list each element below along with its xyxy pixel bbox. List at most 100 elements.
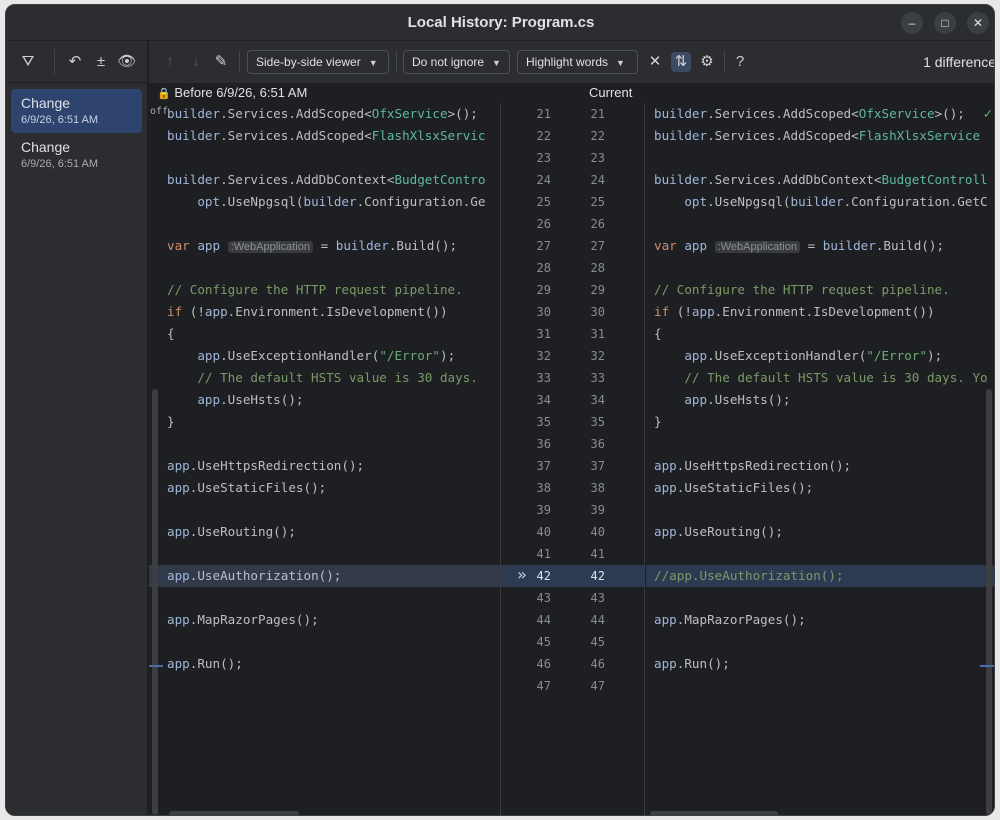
line-number: 22	[536, 129, 551, 143]
line-number: 40	[590, 525, 605, 539]
left-vertical-scrollbar[interactable]	[152, 389, 158, 815]
line-number: 30	[536, 305, 551, 319]
line-number: 31	[536, 327, 551, 341]
viewer-mode-label: Side-by-side viewer	[256, 55, 361, 69]
line-number: 43	[590, 591, 605, 605]
history-item-date: 6/9/26, 6:51 AM	[21, 158, 99, 170]
close-button[interactable]: ✕	[967, 12, 989, 34]
arrow-down-icon[interactable]: ↓	[186, 52, 206, 72]
code-line: app.UseRouting();	[167, 524, 296, 539]
code-line: app.UseHsts();	[167, 392, 304, 407]
line-number: 29	[590, 283, 605, 297]
line-number: 44	[590, 613, 605, 627]
left-horizontal-scrollbar[interactable]	[169, 811, 299, 815]
filter-icon[interactable]: ⛛	[18, 52, 38, 72]
line-number: 27	[536, 239, 551, 253]
code-line: opt.UseNpgsql(builder.Configuration.GetC	[654, 194, 988, 209]
change-marker	[149, 665, 163, 667]
line-number: 27	[590, 239, 605, 253]
edit-pencil-icon[interactable]: ✎	[211, 52, 231, 72]
line-number: 23	[536, 151, 551, 165]
left-pane-header: 🔒 Before 6/9/26, 6:51 AM	[157, 85, 307, 100]
line-number: 28	[536, 261, 551, 275]
code-line: app.UseStaticFiles();	[167, 480, 327, 495]
line-number: 47	[590, 679, 605, 693]
line-number: 45	[590, 635, 605, 649]
line-number: 23	[590, 151, 605, 165]
code-line: opt.UseNpgsql(builder.Configuration.Ge	[167, 194, 486, 209]
history-item[interactable]: Change 6/9/26, 6:51 AM	[11, 133, 142, 177]
code-line: app.UseRouting();	[654, 524, 783, 539]
history-item-selected[interactable]: Change 6/9/26, 6:51 AM	[11, 89, 142, 133]
highlight-dropdown[interactable]: Highlight words ▼	[517, 50, 638, 74]
sync-scroll-icon[interactable]: ⇅	[671, 52, 691, 72]
line-number: 37	[590, 459, 605, 473]
line-number-gutter: » 21 22 23 24 25 26 27 28 29 30 31 32 33 34 35 36 37 38 39…	[501, 103, 645, 815]
line-number: 28	[590, 261, 605, 275]
diff-icon[interactable]: ±	[91, 52, 111, 72]
line-number: 33	[536, 371, 551, 385]
line-number: 32	[536, 349, 551, 363]
title-bar: Local History: Program.cs – □ ✕	[6, 5, 994, 41]
divider	[239, 51, 240, 73]
line-number: 42	[590, 569, 605, 583]
line-number: 44	[536, 613, 551, 627]
difference-count: 1 difference	[923, 54, 995, 70]
line-number: 41	[536, 547, 551, 561]
line-number: 22	[590, 129, 605, 143]
type-hint: :WebApplication	[227, 241, 313, 253]
revert-icon[interactable]: ↶	[65, 52, 85, 72]
gear-icon[interactable]: ⚙	[697, 52, 717, 72]
type-hint: :WebApplication	[714, 241, 800, 253]
right-vertical-scrollbar[interactable]	[986, 389, 992, 815]
line-number: 35	[590, 415, 605, 429]
right-horizontal-scrollbar[interactable]	[650, 811, 778, 815]
sidebar-toolbar: ⛛ ↶ ± 👁	[6, 41, 147, 83]
line-number: 33	[590, 371, 605, 385]
eye-icon[interactable]: 👁	[117, 52, 137, 72]
changed-code-line: //app.UseAuthorization();	[646, 565, 994, 587]
line-number: 39	[590, 503, 605, 517]
maximize-button[interactable]: □	[934, 12, 956, 34]
help-icon[interactable]: ?	[730, 52, 750, 72]
code-line: if (!app.Environment.IsDevelopment())	[167, 304, 448, 319]
left-pane-title: Before 6/9/26, 6:51 AM	[174, 85, 308, 100]
code-line: {	[167, 326, 175, 341]
viewer-mode-dropdown[interactable]: Side-by-side viewer ▼	[247, 50, 389, 74]
line-number: 47	[536, 679, 551, 693]
minimize-button[interactable]: –	[901, 12, 923, 34]
code-line: app.UseHsts();	[654, 392, 791, 407]
code-line: {	[654, 326, 662, 341]
collapse-icon[interactable]: ✕	[645, 52, 665, 72]
line-number: 35	[536, 415, 551, 429]
line-number: 46	[590, 657, 605, 671]
right-code-pane[interactable]: builder.Services.AddScoped<OfxService>()…	[646, 103, 994, 815]
window-title: Local History: Program.cs	[407, 14, 595, 31]
ignore-dropdown[interactable]: Do not ignore ▼	[403, 50, 510, 74]
line-number: 40	[536, 525, 551, 539]
code-line: var app :WebApplication = builder.Build(…	[167, 238, 458, 253]
code-line: var app :WebApplication = builder.Build(…	[654, 238, 945, 253]
line-number: 26	[590, 217, 605, 231]
code-line: app.MapRazorPages();	[654, 612, 806, 627]
diff-toolbar: ↑ ↓ ✎ Side-by-side viewer ▼ Do not ignore…	[149, 41, 995, 83]
code-line: app.Run();	[654, 656, 730, 671]
line-number: 29	[536, 283, 551, 297]
line-number: 30	[590, 305, 605, 319]
ignore-label: Do not ignore	[412, 55, 485, 69]
left-code-pane[interactable]: off builder.Services.AddScoped<OfxServic…	[149, 103, 501, 815]
line-number: 34	[590, 393, 605, 407]
line-number: 25	[590, 195, 605, 209]
code-line: app.UseHttpsRedirection();	[167, 458, 365, 473]
code-line: // The default HSTS value is 30 days.	[167, 370, 478, 385]
line-number: 26	[536, 217, 551, 231]
code-line: }	[167, 414, 175, 429]
divider	[724, 51, 725, 73]
diff-editor: off builder.Services.AddScoped<OfxServic…	[149, 103, 994, 815]
line-number: 39	[536, 503, 551, 517]
line-number: 32	[590, 349, 605, 363]
line-number: 25	[536, 195, 551, 209]
code-line: builder.Services.AddScoped<OfxService>()…	[167, 106, 478, 121]
arrow-up-icon[interactable]: ↑	[160, 52, 180, 72]
lock-icon: 🔒	[157, 88, 171, 100]
